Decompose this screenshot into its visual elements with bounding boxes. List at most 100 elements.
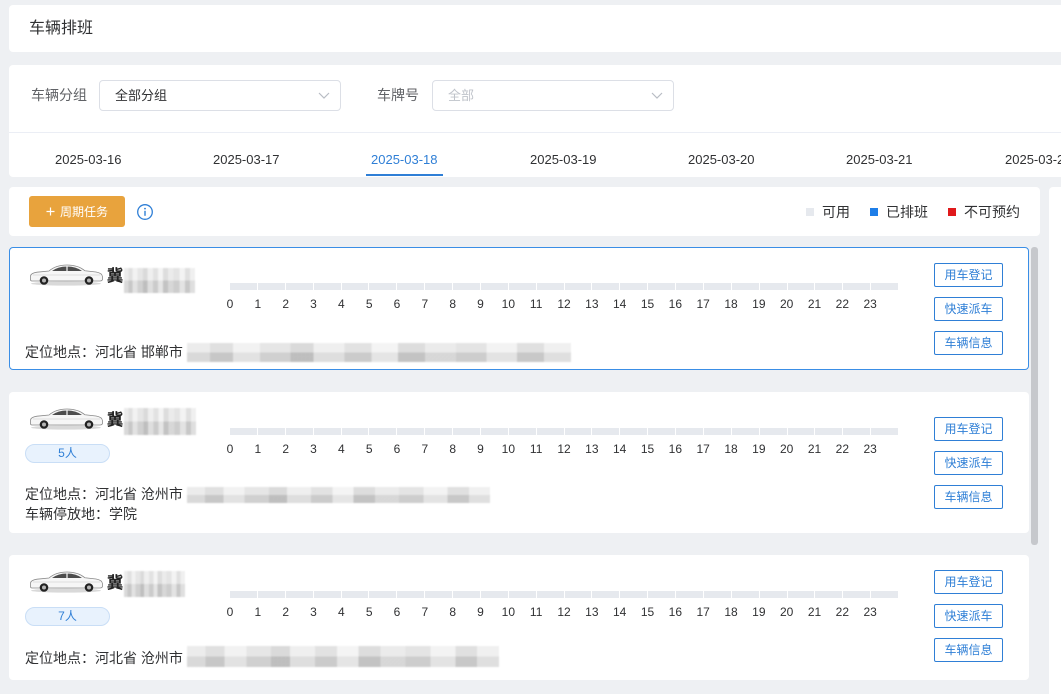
hour-slot[interactable] [480,428,509,435]
hour-slot[interactable] [313,283,342,290]
hour-slot[interactable] [843,428,872,435]
vehicle-card[interactable]: 冀 5人 0 1 2 3 4 5 6 7 8 9 10 11 12 13 14 15 16 17 18 19 20 21 2… [9,392,1029,533]
hour-slot[interactable] [369,428,398,435]
date-tab[interactable]: 2025-03-2 [1000,145,1061,176]
hour-slot[interactable] [676,591,704,598]
date-tab[interactable]: 2025-03-18 [366,145,443,176]
hour-slot[interactable] [843,283,872,290]
hour-slot[interactable] [285,591,314,598]
quick-dispatch-button[interactable]: 快速派车 [934,451,1003,475]
plate-number-select[interactable]: 全部 [432,80,674,111]
hour-label: 13 [585,442,599,456]
hour-slot[interactable] [536,283,565,290]
hour-slot[interactable] [759,428,788,435]
hour-slot[interactable] [759,591,788,598]
vehicle-info-button[interactable]: 车辆信息 [934,331,1003,355]
hour-slot[interactable] [397,283,426,290]
hour-slot[interactable] [230,283,258,290]
hour-slot[interactable] [592,428,621,435]
date-tab[interactable]: 2025-03-20 [683,145,760,176]
vehicle-group-select[interactable]: 全部分组 [99,80,341,111]
hour-slot[interactable] [341,591,370,598]
hour-slot[interactable] [230,428,258,435]
hour-slot[interactable] [592,283,621,290]
hour-label: 23 [863,297,877,311]
date-tab[interactable]: 2025-03-21 [841,145,918,176]
hour-slot[interactable] [564,591,593,598]
hour-slot[interactable] [676,283,704,290]
quick-dispatch-button[interactable]: 快速派车 [934,297,1003,321]
hour-slot[interactable] [592,591,621,598]
hour-slot[interactable] [425,428,453,435]
hour-slot[interactable] [731,591,760,598]
hour-slot[interactable] [620,591,649,598]
hour-slot[interactable] [620,283,649,290]
hour-slot[interactable] [871,591,898,598]
hour-slot[interactable] [425,283,453,290]
hour-slot[interactable] [648,283,676,290]
hour-slot[interactable] [508,283,537,290]
hour-slot[interactable] [508,591,537,598]
hour-slot[interactable] [871,428,898,435]
hour-slot[interactable] [815,591,844,598]
hour-slot[interactable] [676,428,704,435]
hour-slot[interactable] [453,591,481,598]
info-circle-icon[interactable] [136,203,154,221]
hour-slot[interactable] [313,591,342,598]
hour-slot[interactable] [564,428,593,435]
hour-slot[interactable] [787,283,816,290]
hour-slot[interactable] [703,591,732,598]
date-tab[interactable]: 2025-03-16 [50,145,127,176]
hour-slot[interactable] [369,283,398,290]
hour-slot[interactable] [230,591,258,598]
hour-slot[interactable] [453,428,481,435]
hour-slot[interactable] [369,591,398,598]
hour-slot[interactable] [759,283,788,290]
hour-slot[interactable] [731,428,760,435]
hour-slot[interactable] [285,428,314,435]
hour-slot[interactable] [257,591,286,598]
hour-slot[interactable] [536,591,565,598]
hour-slot[interactable] [787,591,816,598]
register-usage-button[interactable]: 用车登记 [934,417,1003,441]
date-tab[interactable]: 2025-03-19 [525,145,602,176]
vehicle-card[interactable]: 冀 0 1 2 3 4 5 6 7 8 9 10 11 12 13 14 15 16 17 18 19 20 21 22 23… [9,247,1029,370]
hour-slot[interactable] [815,428,844,435]
hour-slot[interactable] [425,591,453,598]
hour-slot[interactable] [648,428,676,435]
hour-slot[interactable] [313,428,342,435]
quick-dispatch-button[interactable]: 快速派车 [934,604,1003,628]
hour-slot[interactable] [871,283,898,290]
hour-slot[interactable] [703,428,732,435]
hour-slot[interactable] [480,591,509,598]
hour-slot[interactable] [815,283,844,290]
register-usage-button[interactable]: 用车登记 [934,570,1003,594]
hour-slot[interactable] [480,283,509,290]
register-usage-button[interactable]: 用车登记 [934,263,1003,287]
hour-label: 12 [557,442,571,456]
hour-slot[interactable] [508,428,537,435]
hour-slot[interactable] [397,428,426,435]
hour-slot[interactable] [397,591,426,598]
vehicle-card[interactable]: 冀 7人 0 1 2 3 4 5 6 7 8 9 10 11 12 13 14 15 16 17 18 19 20 21 2… [9,555,1029,680]
hour-slot[interactable] [731,283,760,290]
hour-slot[interactable] [453,283,481,290]
hour-slot[interactable] [257,428,286,435]
vehicle-info-button[interactable]: 车辆信息 [934,638,1003,662]
hour-slot[interactable] [257,283,286,290]
hour-slot[interactable] [703,283,732,290]
hour-slot[interactable] [536,428,565,435]
hour-slot[interactable] [843,591,872,598]
hour-slot[interactable] [787,428,816,435]
periodic-task-button[interactable]: 周期任务 [29,196,125,227]
hour-label: 15 [640,297,655,311]
hour-slot[interactable] [620,428,649,435]
hour-slot[interactable] [648,591,676,598]
date-tab[interactable]: 2025-03-17 [208,145,285,176]
hour-slot[interactable] [564,283,593,290]
vehicle-info-button[interactable]: 车辆信息 [934,485,1003,509]
hour-slot[interactable] [285,283,314,290]
hour-slot[interactable] [341,428,370,435]
hour-slot[interactable] [341,283,370,290]
scrollbar-thumb[interactable] [1031,247,1038,545]
